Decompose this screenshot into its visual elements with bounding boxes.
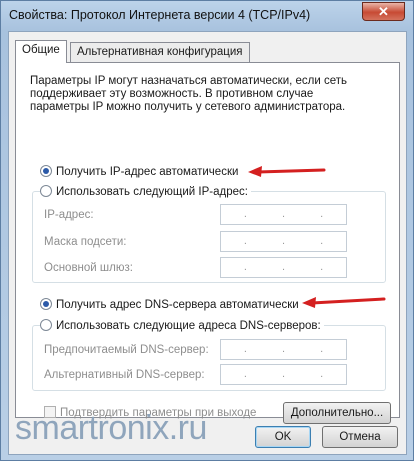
default-gateway-field[interactable]: . . .	[220, 257, 347, 278]
window-title: Свойства: Протокол Интернета версии 4 (T…	[9, 8, 311, 22]
preferred-dns-field[interactable]: . . .	[220, 339, 347, 360]
general-tab-panel: Параметры IP могут назначаться автоматич…	[15, 62, 400, 424]
radio-unchecked-icon	[40, 185, 52, 197]
tab-alternate-config[interactable]: Альтернативная конфигурация	[70, 42, 250, 62]
radio-checked-icon	[40, 165, 52, 177]
dns-manual-radio[interactable]: Использовать следующие адреса DNS-сервер…	[40, 319, 324, 332]
ip-manual-radio[interactable]: Использовать следующий IP-адрес:	[40, 185, 251, 198]
close-button[interactable]: ✕	[362, 2, 405, 21]
ip-auto-radio[interactable]: Получить IP-адрес автоматически	[40, 165, 238, 178]
default-gateway-label: Основной шлюз:	[44, 262, 133, 274]
ip-address-label: IP-адрес:	[44, 209, 94, 221]
ip-address-field[interactable]: . . .	[220, 204, 347, 225]
ip-auto-label: Получить IP-адрес автоматически	[56, 166, 239, 178]
alternate-dns-label: Альтернативный DNS-сервер:	[44, 369, 205, 381]
title-bar[interactable]: Свойства: Протокол Интернета версии 4 (T…	[1, 1, 413, 29]
dialog-client-area: Общие Альтернативная конфигурация Параме…	[8, 31, 407, 455]
ok-button[interactable]: OK	[255, 426, 311, 448]
close-icon: ✕	[378, 4, 389, 19]
annotation-arrow-icon	[302, 297, 386, 308]
dns-auto-radio[interactable]: Получить адрес DNS-сервера автоматически	[40, 298, 299, 311]
intro-text: Параметры IP могут назначаться автоматич…	[30, 75, 348, 113]
subnet-mask-field[interactable]: . . .	[220, 231, 347, 252]
advanced-button[interactable]: Дополнительно...	[283, 402, 391, 424]
cancel-button[interactable]: Отмена	[322, 426, 398, 448]
tab-general[interactable]: Общие	[15, 40, 67, 63]
watermark-text: smartronix.ru	[15, 409, 207, 447]
preferred-dns-label: Предпочитаемый DNS-сервер:	[44, 344, 209, 356]
radio-checked-icon	[40, 298, 52, 310]
ip-manual-label: Использовать следующий IP-адрес:	[56, 186, 248, 198]
dialog-window: Свойства: Протокол Интернета версии 4 (T…	[0, 0, 414, 461]
annotation-arrow-icon	[248, 166, 326, 177]
dns-manual-label: Использовать следующие адреса DNS-сервер…	[56, 320, 321, 332]
subnet-mask-label: Маска подсети:	[44, 236, 127, 248]
radio-unchecked-icon	[40, 319, 52, 331]
dns-auto-label: Получить адрес DNS-сервера автоматически	[56, 299, 299, 311]
alternate-dns-field[interactable]: . . .	[220, 364, 347, 385]
